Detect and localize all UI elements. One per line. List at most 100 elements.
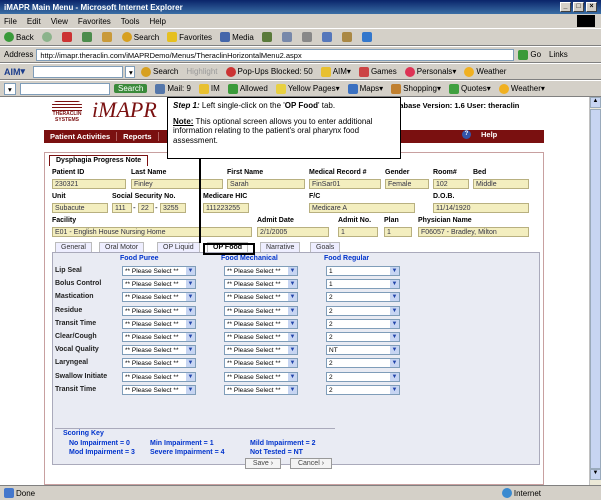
- nav-reports[interactable]: Reports: [117, 132, 159, 141]
- shopping-button[interactable]: Shopping ▾: [391, 83, 441, 94]
- select-regular[interactable]: 2 ▼: [326, 384, 400, 395]
- menu-file[interactable]: File: [4, 17, 17, 26]
- aim-button[interactable]: AIM ▾: [4, 66, 25, 77]
- select-regular[interactable]: 2 ▼: [326, 318, 400, 329]
- print-button[interactable]: [301, 32, 314, 42]
- messenger-button[interactable]: [361, 32, 374, 42]
- search-input[interactable]: [20, 82, 110, 95]
- row-label: Lip Seal: [55, 267, 82, 274]
- select-regular[interactable]: NT ▼: [326, 345, 400, 356]
- select-regular[interactable]: 2 ▼: [326, 305, 400, 316]
- select-puree[interactable]: ** Please Select ** ▼: [122, 266, 196, 276]
- select-regular[interactable]: 2 ▼: [326, 358, 400, 369]
- select-mechanical[interactable]: ** Please Select ** ▼: [224, 305, 298, 316]
- scroll-up-icon[interactable]: ▲: [590, 97, 601, 108]
- select-mechanical[interactable]: ** Please Select ** ▼: [224, 371, 298, 382]
- links-button[interactable]: Links: [549, 50, 568, 59]
- mail-count-button[interactable]: Mail: 9: [155, 83, 191, 94]
- media-button[interactable]: Media: [220, 32, 254, 42]
- select-mechanical[interactable]: ** Please Select ** ▼: [224, 266, 298, 276]
- select-puree[interactable]: ** Please Select ** ▼: [122, 345, 196, 356]
- select-mechanical[interactable]: ** Please Select ** ▼: [224, 292, 298, 303]
- weather-button-2[interactable]: Weather ▾: [498, 83, 545, 94]
- popups-blocked-button[interactable]: Pop-Ups Blocked: 50: [225, 66, 313, 77]
- mail-button[interactable]: [281, 32, 294, 42]
- save-button[interactable]: Save ›: [245, 458, 281, 469]
- tab-dysphagia-progress-note[interactable]: Dysphagia Progress Note: [49, 155, 149, 166]
- help-question-icon: ?: [462, 130, 471, 139]
- back-button[interactable]: Back: [4, 32, 34, 42]
- select-puree[interactable]: ** Please Select ** ▼: [122, 292, 196, 303]
- select-regular[interactable]: 2 ▼: [326, 371, 400, 382]
- toolbar-dropdown[interactable]: ▾: [4, 82, 16, 95]
- minimize-button[interactable]: _: [560, 2, 571, 12]
- select-regular[interactable]: 1 ▼: [326, 279, 400, 290]
- select-puree[interactable]: ** Please Select ** ▼: [122, 371, 196, 382]
- row-label: Bolus Control: [55, 280, 102, 288]
- maximize-button[interactable]: □: [573, 2, 584, 12]
- select-mechanical[interactable]: ** Please Select ** ▼: [224, 384, 298, 395]
- refresh-button[interactable]: [81, 32, 94, 42]
- aim-search-dropdown[interactable]: ▾: [125, 65, 136, 78]
- nav-patient-activities[interactable]: Patient Activities: [44, 132, 118, 141]
- select-mechanical[interactable]: ** Please Select ** ▼: [224, 332, 298, 342]
- im-button[interactable]: IM: [198, 83, 220, 94]
- quotes-button[interactable]: Quotes ▾: [449, 83, 491, 94]
- allowed-button[interactable]: Allowed: [227, 83, 268, 94]
- select-puree[interactable]: ** Please Select ** ▼: [122, 279, 196, 290]
- address-input[interactable]: http://imapr.theraclin.com/iMAPRDemo/Men…: [36, 48, 515, 61]
- aim-search-button[interactable]: Search: [141, 66, 178, 77]
- forward-button[interactable]: [41, 32, 54, 42]
- vertical-scrollbar[interactable]: ▲ ▼: [589, 97, 601, 485]
- edit-button[interactable]: [321, 32, 334, 42]
- tab-narrative[interactable]: Narrative: [260, 242, 301, 252]
- chevron-down-icon: ▼: [186, 385, 195, 394]
- select-mechanical[interactable]: ** Please Select ** ▼: [224, 345, 298, 356]
- favorites-button[interactable]: Favorites: [167, 32, 212, 42]
- close-button[interactable]: ×: [586, 2, 597, 12]
- select-puree[interactable]: ** Please Select ** ▼: [122, 358, 196, 369]
- tab-op-liquid[interactable]: OP Liquid: [157, 242, 200, 252]
- go-button[interactable]: Go: [518, 49, 541, 60]
- tab-goals[interactable]: Goals: [310, 242, 341, 252]
- aim-search-input[interactable]: [33, 65, 124, 78]
- help-link[interactable]: ? Help: [462, 130, 497, 139]
- select-mechanical[interactable]: ** Please Select ** ▼: [224, 279, 298, 290]
- scroll-down-icon[interactable]: ▼: [590, 469, 601, 480]
- print-icon: [301, 32, 312, 42]
- select-mechanical[interactable]: ** Please Select ** ▼: [224, 318, 298, 329]
- cancel-button[interactable]: Cancel ›: [290, 458, 332, 469]
- back-arrow-icon: [4, 32, 14, 42]
- maps-button[interactable]: Maps ▾: [347, 83, 383, 94]
- aim-menu-button[interactable]: AIM ▾: [320, 66, 351, 77]
- home-button[interactable]: [101, 32, 114, 42]
- label-admit-no: Admit No.: [338, 217, 372, 224]
- personals-button[interactable]: Personals ▾: [404, 66, 456, 77]
- search-go-button[interactable]: Search: [114, 84, 148, 93]
- label-patient-id: Patient ID: [52, 169, 85, 176]
- menu-help[interactable]: Help: [149, 17, 165, 26]
- games-button[interactable]: Games: [358, 66, 397, 77]
- tab-general[interactable]: General: [55, 242, 92, 252]
- select-regular[interactable]: 1 ▼: [326, 266, 400, 276]
- tab-oral-motor[interactable]: Oral Motor: [99, 242, 145, 252]
- menu-favorites[interactable]: Favorites: [78, 17, 111, 26]
- menu-view[interactable]: View: [51, 17, 68, 26]
- history-button[interactable]: [261, 32, 274, 42]
- select-puree[interactable]: ** Please Select ** ▼: [122, 384, 196, 395]
- select-puree[interactable]: ** Please Select ** ▼: [122, 332, 196, 342]
- select-puree[interactable]: ** Please Select ** ▼: [122, 318, 196, 329]
- yellow-pages-button[interactable]: Yellow Pages ▾: [275, 83, 340, 94]
- discuss-button[interactable]: [341, 32, 354, 42]
- select-mechanical[interactable]: ** Please Select ** ▼: [224, 358, 298, 369]
- scroll-thumb[interactable]: [590, 109, 601, 469]
- select-regular[interactable]: 2 ▼: [326, 292, 400, 303]
- search-button[interactable]: Search: [121, 32, 159, 42]
- weather-button[interactable]: Weather: [464, 66, 506, 77]
- menu-edit[interactable]: Edit: [27, 17, 41, 26]
- highlight-button[interactable]: Highlight: [186, 67, 217, 76]
- select-puree[interactable]: ** Please Select ** ▼: [122, 305, 196, 316]
- select-regular[interactable]: 2 ▼: [326, 332, 400, 342]
- menu-tools[interactable]: Tools: [121, 17, 140, 26]
- stop-button[interactable]: [61, 32, 74, 42]
